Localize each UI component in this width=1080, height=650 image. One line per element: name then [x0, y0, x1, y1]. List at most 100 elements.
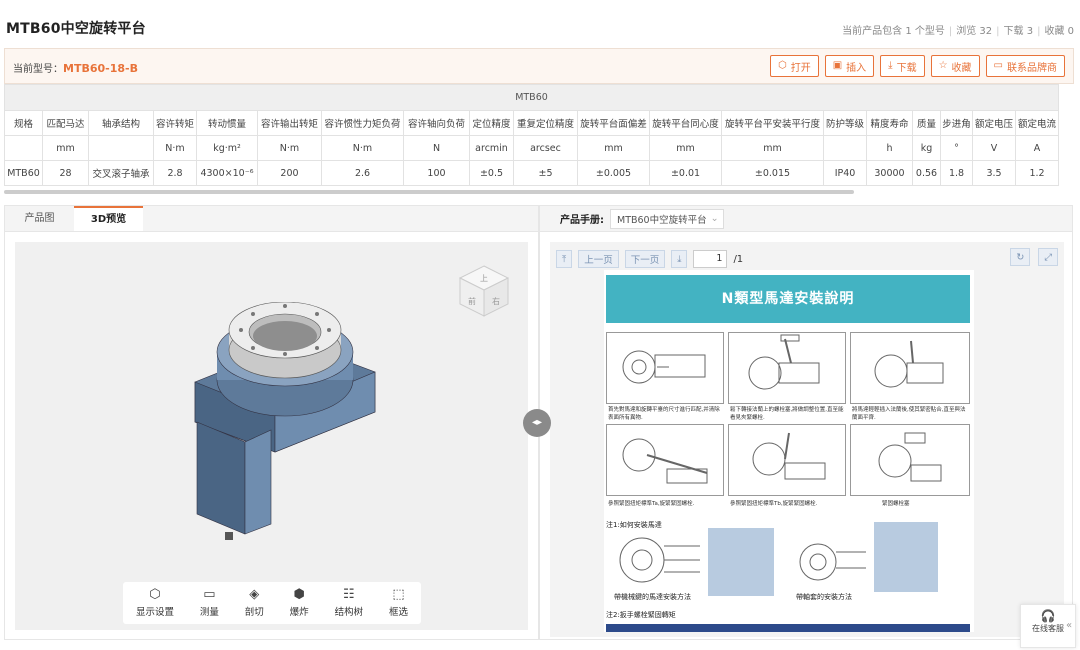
- box-select-icon: ⬚: [392, 587, 405, 602]
- pdf-caption-1: 首先對馬達和旋轉平臺的尺寸進行匹配,并清除表面所有異物.: [608, 407, 720, 421]
- pdf-note-1: 注1:如何安裝馬達: [606, 521, 662, 529]
- spec-value-cell: MTB60: [4, 160, 43, 186]
- open-label: 打开: [790, 62, 811, 74]
- box-select-tool[interactable]: ⬚ 框选: [389, 588, 408, 618]
- next-page-button[interactable]: 下一页: [624, 250, 666, 268]
- explode-tool[interactable]: ⬢ 爆炸: [290, 588, 309, 618]
- manual-select[interactable]: MTB60中空旋转平台 ⌄: [610, 208, 724, 229]
- pdf-note-2: 注2:扳手螺栓緊固轉矩: [606, 611, 676, 619]
- download-label: 下载: [896, 62, 917, 74]
- page-title: MTB60中空旋转平台: [6, 21, 146, 37]
- tab-3d-preview[interactable]: 3D预览: [74, 206, 143, 231]
- rotary-table-model[interactable]: [175, 302, 395, 552]
- spec-value-cell: 1.2: [1015, 160, 1059, 186]
- spec-value-cell: 4300×10⁻⁶: [196, 160, 258, 186]
- prev-page-button[interactable]: 上一页: [578, 250, 619, 268]
- section-cube-icon: ◈: [249, 587, 260, 602]
- panel-splitter-handle[interactable]: ◂▸: [523, 409, 551, 437]
- first-page-button[interactable]: ⤒: [556, 250, 573, 268]
- spec-value-cell: ±0.5: [469, 160, 514, 186]
- section-tool[interactable]: ◈ 剖切: [245, 588, 264, 618]
- last-page-button[interactable]: ⤓: [671, 250, 688, 268]
- spec-value-cell: ±0.015: [721, 160, 824, 186]
- view-cube[interactable]: 上 前 右: [456, 262, 512, 318]
- table-horizontal-scrollbar[interactable]: [4, 190, 854, 194]
- pdf-figure-2: [728, 332, 846, 404]
- 3d-viewer[interactable]: 上 前 右 ⬡ 显示设置 ▭ 测量 ◈ 剖切 ⬢ 爆炸 ☷ 结构树 ⬚ 框选: [15, 242, 528, 630]
- spec-header-cell: 精度寿命: [866, 110, 913, 136]
- spec-value-cell: ±0.01: [649, 160, 722, 186]
- current-model-label: 当前型号：: [13, 64, 63, 75]
- spec-value-cell: 100: [403, 160, 470, 186]
- download-button[interactable]: ⤓ 下载: [880, 55, 925, 77]
- spec-unit-cell: [4, 135, 43, 161]
- spec-header-cell: 容许惯性力矩负荷: [321, 110, 404, 136]
- spec-unit-cell: °: [940, 135, 973, 161]
- measure-tool[interactable]: ▭ 测量: [200, 588, 219, 618]
- action-buttons: ⬡ 打开 ▣ 插入 ⤓ 下载 ☆ 收藏 ▭ 联系品牌商: [769, 55, 1065, 77]
- spec-header-cell: 容许转矩: [153, 110, 197, 136]
- spec-value-cell: 2.6: [321, 160, 404, 186]
- manual-label: 产品手册:: [560, 215, 604, 226]
- spec-unit-cell: mm: [577, 135, 650, 161]
- page-number-input[interactable]: 1: [693, 250, 728, 268]
- last-page-icon: ⤓: [677, 253, 682, 265]
- spec-unit-cell: kg: [912, 135, 941, 161]
- tab-product-image[interactable]: 产品图: [5, 206, 74, 231]
- pdf-keyed-method-label: 帶機械鍵的馬達安裝方法: [614, 593, 691, 601]
- spec-value-cell: 200: [257, 160, 322, 186]
- spec-value-cell: 28: [42, 160, 89, 186]
- collapse-chevron-icon[interactable]: «: [1066, 620, 1072, 631]
- insert-button[interactable]: ▣ 插入: [824, 55, 875, 77]
- chevron-down-icon: ⌄: [710, 213, 719, 224]
- favorite-button[interactable]: ☆ 收藏: [930, 55, 980, 77]
- fullscreen-button[interactable]: ⤢: [1038, 248, 1058, 266]
- pdf-figure-4: [606, 424, 724, 496]
- structure-tree-label: 结构树: [334, 607, 364, 618]
- pdf-caption-6: 緊固螺栓塞: [882, 501, 910, 507]
- preview-panel: 产品图 3D预览 上 前 右 ⬡ 显示设置 ▭ 测量 ◈ 剖切 ⬢ 爆炸 ☷ 结…: [4, 205, 539, 640]
- contact-brand-button[interactable]: ▭ 联系品牌商: [985, 55, 1065, 77]
- spec-header-cell: 防护等级: [823, 110, 867, 136]
- pdf-caption-2: 鬆下轉接法蘭上的螺栓塞,將做調整位置,直至能看見夾緊螺栓.: [730, 407, 844, 421]
- spec-header-cell: 旋转平台平安装平行度: [721, 110, 824, 136]
- spec-header-cell: 额定电流: [1015, 110, 1059, 136]
- spec-value-cell: ±0.005: [577, 160, 650, 186]
- spec-unit-cell: mm: [649, 135, 722, 161]
- box-select-label: 框选: [388, 607, 408, 618]
- page-total: /1: [733, 253, 744, 265]
- spec-unit-cell: N·m: [321, 135, 404, 161]
- pdf-keyed-motor-figure: [619, 537, 700, 583]
- first-page-icon: ⤒: [562, 253, 567, 265]
- pdf-caption-3: 將馬達輕輕插入法蘭後,使其緊密貼合,直至與法蘭面平齊.: [852, 407, 966, 421]
- manual-header: 产品手册: MTB60中空旋转平台 ⌄: [540, 206, 1072, 232]
- spec-header-cell: 规格: [4, 110, 43, 136]
- pdf-figure-6: [850, 424, 970, 496]
- spec-header-cell: 旋转平台同心度: [649, 110, 722, 136]
- display-settings-tool[interactable]: ⬡ 显示设置: [136, 588, 174, 618]
- structure-tree-tool[interactable]: ☷ 结构树: [335, 588, 364, 618]
- refresh-icon: ↻: [1016, 251, 1025, 263]
- contact-label: 联系品牌商: [1007, 62, 1057, 74]
- spec-unit-cell: kg·m²: [196, 135, 258, 161]
- open-button[interactable]: ⬡ 打开: [769, 55, 819, 77]
- spec-table-container: MTB60 规格 匹配马达 轴承结构 容许转矩 转动惯量 容许输出转矩 容许惯性力矩负荷 容许…: [4, 84, 1080, 192]
- spec-unit-cell: arcmin: [469, 135, 514, 161]
- spec-value-cell: 30000: [866, 160, 913, 186]
- spec-header-cell: 匹配马达: [42, 110, 89, 136]
- ruler-icon: ▭: [203, 587, 216, 602]
- spec-value-cell: 2.8: [153, 160, 197, 186]
- spec-header-cell: 额定电压: [972, 110, 1016, 136]
- spec-unit-cell: arcsec: [513, 135, 578, 161]
- pdf-note-box-2: [874, 522, 938, 592]
- spec-table: MTB60 规格 匹配马达 轴承结构 容许转矩 转动惯量 容许输出转矩 容许惯性力矩负荷 容许…: [4, 84, 1059, 186]
- spec-value-cell: 3.5: [972, 160, 1016, 186]
- spec-group-header: MTB60: [4, 84, 1059, 111]
- favorite-label: 收藏: [951, 62, 972, 74]
- cube-icon: ⬡: [777, 60, 787, 71]
- refresh-button[interactable]: ↻: [1010, 248, 1031, 266]
- product-count: 当前产品包含 1 个型号: [842, 26, 945, 37]
- fullscreen-icon: ⤢: [1044, 251, 1052, 263]
- pdf-page: N類型馬達安裝說明 首先對馬達和旋轉平臺的尺寸進行匹配,并清除表面所有異物. 鬆…: [604, 270, 974, 632]
- star-icon: ☆: [938, 60, 948, 71]
